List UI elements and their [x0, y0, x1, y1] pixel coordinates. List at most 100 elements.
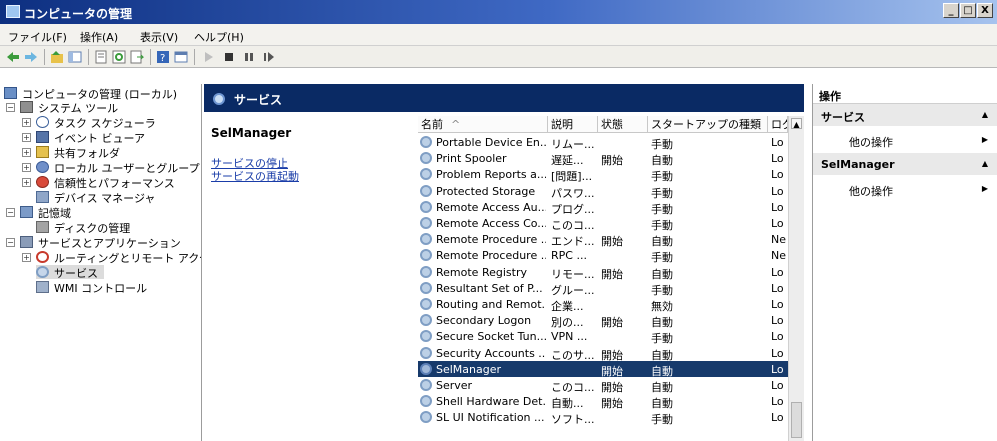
scroll-up-arrow-icon[interactable]: ▲ — [791, 118, 802, 129]
table-row[interactable]: Remote Registry リモー... 開始 自動 Lo — [418, 264, 788, 281]
table-row[interactable]: Remote Access Co... このコ... 手動 Lo — [418, 215, 788, 232]
clock-icon — [36, 116, 49, 128]
console-tree: コンピュータの管理 (ローカル) − システム ツール + タスク スケジューラ… — [0, 84, 202, 441]
tree-node-local-users-groups[interactable]: + ローカル ユーザーとグループ — [20, 160, 200, 175]
help-icon[interactable]: ? — [156, 50, 170, 64]
tree-node-storage[interactable]: − 記憶域 — [4, 205, 200, 220]
submenu-arrow-icon: ▶ — [981, 135, 988, 144]
cell-name: Routing and Remot... — [436, 298, 546, 311]
actions-more-services[interactable]: 他の操作 ▶ — [813, 129, 997, 151]
tree-node-computer-management[interactable]: コンピュータの管理 (ローカル) — [4, 86, 200, 101]
close-button[interactable]: X — [977, 3, 993, 18]
expand-icon[interactable]: + — [22, 118, 31, 127]
tree-node-services[interactable]: サービス — [36, 265, 104, 280]
maximize-button[interactable]: □ — [960, 3, 976, 18]
export-list-icon[interactable] — [130, 50, 144, 64]
collapse-arrow-icon[interactable]: ▲ — [982, 110, 988, 119]
vertical-scrollbar[interactable]: ▲ — [788, 116, 804, 441]
show-hide-tree-icon[interactable] — [68, 50, 82, 64]
toolbar-separator — [44, 49, 45, 65]
table-row[interactable]: Protected Storage パスワ... 手動 Lo — [418, 183, 788, 200]
refresh-icon[interactable] — [112, 50, 126, 64]
stop-service-icon[interactable] — [222, 50, 236, 64]
back-arrow-icon[interactable] — [6, 50, 20, 64]
tools-icon — [20, 101, 33, 113]
tree-node-wmi-control[interactable]: WMI コントロール — [36, 280, 200, 295]
column-header-status[interactable]: 状態 — [598, 116, 648, 133]
tree-node-event-viewer[interactable]: + イベント ビューア — [20, 130, 200, 145]
cell-logon: Lo — [771, 200, 784, 214]
action-label: 他の操作 — [849, 136, 893, 149]
minimize-button[interactable]: _ — [943, 3, 959, 18]
collapse-arrow-icon[interactable]: ▲ — [982, 159, 988, 168]
cell-name: Security Accounts ... — [436, 346, 546, 360]
window-controls: _ □ X — [943, 3, 993, 18]
tree-node-system-tools[interactable]: − システム ツール — [4, 100, 200, 115]
expand-icon[interactable]: + — [22, 253, 31, 262]
cell-name: Portable Device En... — [436, 136, 546, 149]
actions-header: 操作 — [813, 84, 997, 104]
collapse-icon[interactable]: − — [6, 208, 15, 217]
scroll-thumb[interactable] — [791, 402, 802, 438]
properties-icon[interactable] — [94, 50, 108, 64]
search-gear-icon — [213, 93, 225, 105]
table-row[interactable]: SL UI Notification ... ソフト... 手動 Lo — [418, 409, 788, 426]
expand-icon[interactable]: + — [22, 148, 31, 157]
gear-icon — [420, 152, 432, 165]
table-row[interactable]: Resultant Set of P... グルー... 手動 Lo — [418, 280, 788, 297]
menu-action[interactable]: 操作(A) — [80, 29, 118, 45]
expand-icon[interactable]: + — [22, 163, 31, 172]
table-row[interactable]: Remote Access Au... プログ... 手動 Lo — [418, 199, 788, 216]
cell-logon: Lo — [771, 411, 784, 425]
tree-node-services-applications[interactable]: − サービスとアプリケーション — [4, 235, 200, 250]
table-row[interactable]: Portable Device En... リムー... 手動 Lo — [418, 134, 788, 151]
title-bar: コンピュータの管理 _ □ X — [0, 0, 997, 24]
collapse-icon[interactable]: − — [6, 238, 15, 247]
table-row[interactable]: Remote Procedure ... RPC ... 手動 Ne — [418, 247, 788, 264]
table-row[interactable]: Server このコ... 開始 自動 Lo — [418, 377, 788, 394]
forward-arrow-icon[interactable] — [24, 50, 38, 64]
actions-more-selmanager[interactable]: 他の操作 ▶ — [813, 178, 997, 200]
actions-group-services[interactable]: サービス ▲ — [813, 104, 997, 126]
start-service-icon[interactable] — [202, 50, 216, 64]
expand-icon[interactable]: + — [22, 178, 31, 187]
column-header-name[interactable]: 名前 ^ — [418, 116, 548, 133]
table-row[interactable]: Routing and Remot... 企業... 無効 Lo — [418, 296, 788, 313]
tree-node-reliability-performance[interactable]: + 信頼性とパフォーマンス — [20, 175, 200, 190]
table-row[interactable]: Shell Hardware Det... 自動... 開始 自動 Lo — [418, 393, 788, 410]
gear-icon — [420, 136, 432, 148]
menu-view[interactable]: 表示(V) — [140, 29, 178, 45]
actions-group-selmanager[interactable]: SelManager ▲ — [813, 153, 997, 175]
column-header-description[interactable]: 説明 — [548, 116, 598, 133]
tree-node-disk-management[interactable]: ディスクの管理 — [20, 220, 200, 235]
tree-node-task-scheduler[interactable]: + タスク スケジューラ — [20, 115, 200, 130]
restart-service-link[interactable]: サービスの再起動 — [211, 168, 299, 184]
table-row[interactable]: Secondary Logon 別の... 開始 自動 Lo — [418, 312, 788, 329]
column-header-logon[interactable]: ログ — [768, 116, 788, 133]
table-row[interactable]: Security Accounts ... このサ... 開始 自動 Lo — [418, 345, 788, 362]
restart-service-icon[interactable] — [262, 50, 276, 64]
collapse-icon[interactable]: − — [6, 103, 15, 112]
table-row[interactable]: SelManager 開始 自動 Lo — [418, 360, 788, 378]
tree-node-shared-folders[interactable]: + 共有フォルダ — [20, 145, 200, 160]
toolbar: ? — [0, 46, 997, 68]
table-row[interactable]: Remote Procedure ... エンド... 開始 自動 Ne — [418, 231, 788, 248]
column-header-startup-type[interactable]: スタートアップの種類 — [648, 116, 768, 133]
actions-pane: 操作 サービス ▲ 他の操作 ▶ SelManager ▲ 他の操作 ▶ — [812, 84, 997, 441]
cell-name: Remote Registry — [436, 265, 527, 279]
table-row[interactable]: Secure Socket Tun... VPN ... 手動 Lo — [418, 328, 788, 345]
table-row[interactable]: Problem Reports a... [問題]... 手動 Lo — [418, 166, 788, 183]
up-folder-icon[interactable] — [50, 50, 64, 64]
pause-service-icon[interactable] — [242, 50, 256, 64]
table-row[interactable]: Print Spooler 遅延... 開始 自動 Lo — [418, 150, 788, 167]
tree-label: イベント ビューア — [54, 132, 146, 145]
expand-icon[interactable]: + — [22, 133, 31, 142]
cell-name: Protected Storage — [436, 184, 536, 198]
tree-node-routing-remote-access[interactable]: + ルーティングとリモート アクセス — [20, 250, 201, 265]
gear-icon — [36, 266, 49, 278]
console-tree-icon[interactable] — [174, 50, 188, 64]
menu-help[interactable]: ヘルプ(H) — [194, 29, 244, 45]
tree-node-device-manager[interactable]: デバイス マネージャ — [20, 190, 200, 205]
cell-name: SelManager — [436, 362, 502, 376]
menu-file[interactable]: ファイル(F) — [8, 29, 67, 45]
